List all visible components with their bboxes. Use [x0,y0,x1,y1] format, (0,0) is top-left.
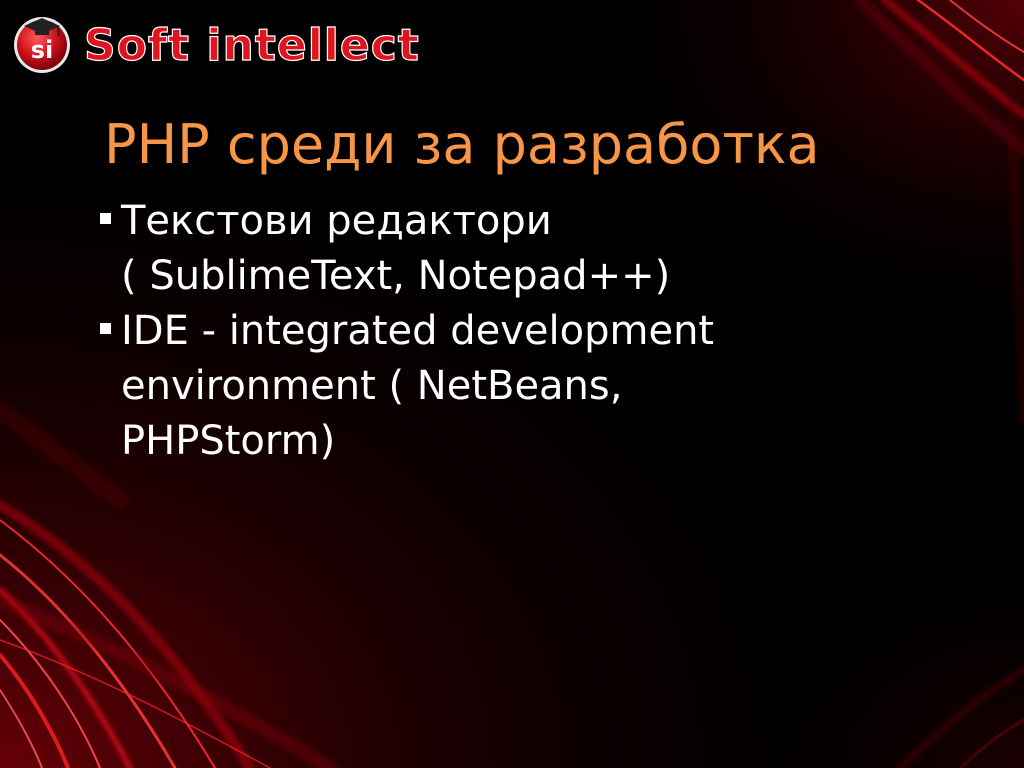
bullet-list: Текстови редактори ( SublimeText, Notepa… [96,194,916,469]
slide: si Soft intellect PHP среди за разработк… [0,0,1024,768]
graduation-cap-emblem-icon: si [14,17,70,73]
square-bullet-icon [100,213,111,224]
bullet-line: PHPStorm) [121,418,336,464]
bullet-item-ide: IDE - integrated development environment… [96,304,916,469]
slide-title: PHP среди за разработка [104,113,820,176]
bullet-line: IDE - integrated development [121,308,715,354]
brand-wordmark: Soft intellect [83,19,420,70]
svg-text:Soft intellect: Soft intellect [84,20,420,70]
bullet-line: ( SublimeText, Notepad++) [121,253,671,299]
bullet-line: environment ( NetBeans, [121,363,623,409]
square-bullet-icon [100,323,111,334]
bullet-line: Текстови редактори [121,198,552,244]
bullet-item-text-editors: Текстови редактори ( SublimeText, Notepa… [96,194,916,304]
soft-intellect-logo: si Soft intellect [10,10,430,74]
svg-text:si: si [31,36,54,64]
